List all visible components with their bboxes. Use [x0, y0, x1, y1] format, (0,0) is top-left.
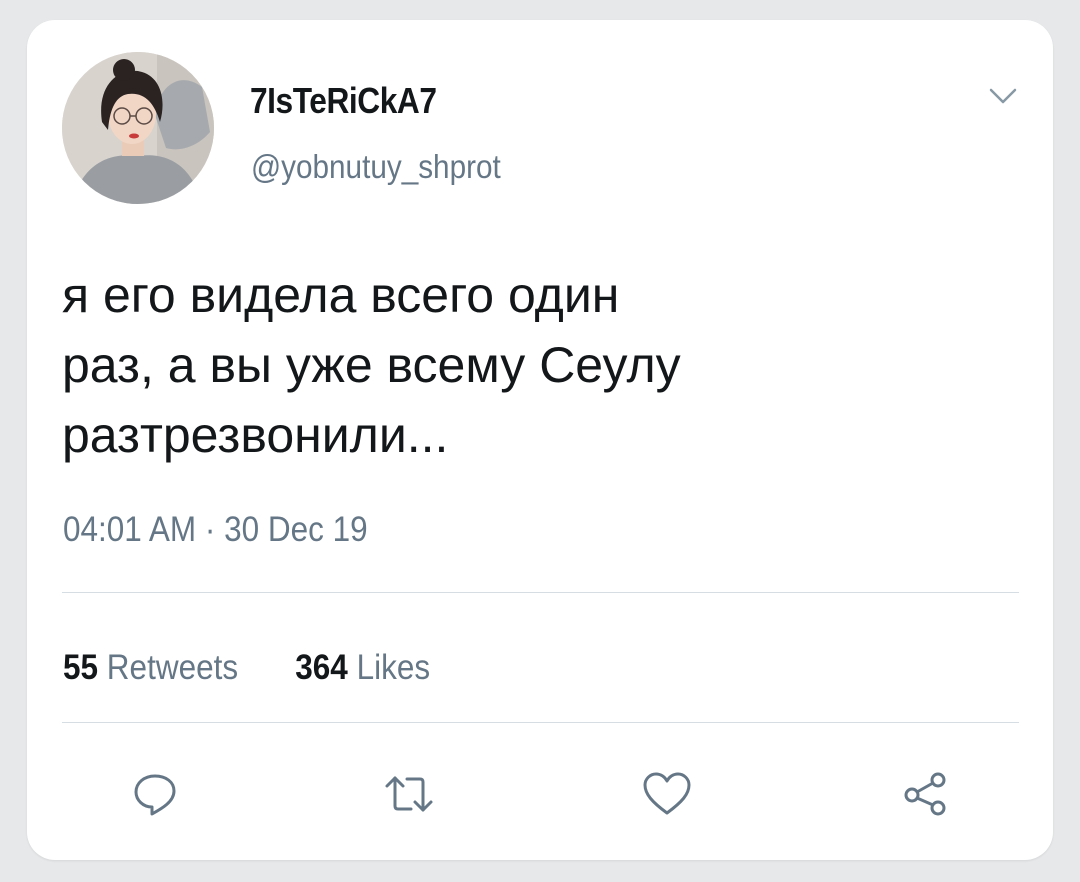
- chevron-down-icon[interactable]: [987, 82, 1019, 110]
- likes-stat[interactable]: 364 Likes: [295, 648, 430, 687]
- retweet-button[interactable]: [379, 764, 439, 824]
- share-icon: [904, 772, 946, 816]
- retweets-count: 55: [63, 648, 99, 687]
- tweet-timestamp[interactable]: 04:01 AM · 30 Dec 19: [63, 510, 368, 550]
- display-name[interactable]: 7IsTeRiCkA7: [250, 80, 437, 122]
- reply-button[interactable]: [125, 764, 185, 824]
- like-button[interactable]: [637, 764, 697, 824]
- retweets-label: Retweets: [106, 648, 239, 687]
- reply-icon: [134, 774, 176, 816]
- retweets-stat[interactable]: 55 Retweets: [63, 648, 247, 687]
- user-handle[interactable]: @yobnutuy_shprot: [251, 148, 501, 186]
- divider: [62, 592, 1019, 593]
- tweet-text: я его видела всего один раз, а вы уже вс…: [62, 267, 681, 463]
- retweet-icon: [385, 776, 433, 812]
- share-button[interactable]: [895, 764, 955, 824]
- avatar[interactable]: [62, 52, 214, 204]
- likes-label: Likes: [356, 648, 431, 687]
- tweet-stats: 55 Retweets 364 Likes: [63, 648, 430, 688]
- tweet-card: 7IsTeRiCkA7 @yobnutuy_shprot я его видел…: [27, 20, 1053, 860]
- divider: [62, 722, 1019, 723]
- avatar-image: [62, 52, 214, 204]
- likes-count: 364: [295, 648, 348, 687]
- heart-icon: [643, 772, 691, 815]
